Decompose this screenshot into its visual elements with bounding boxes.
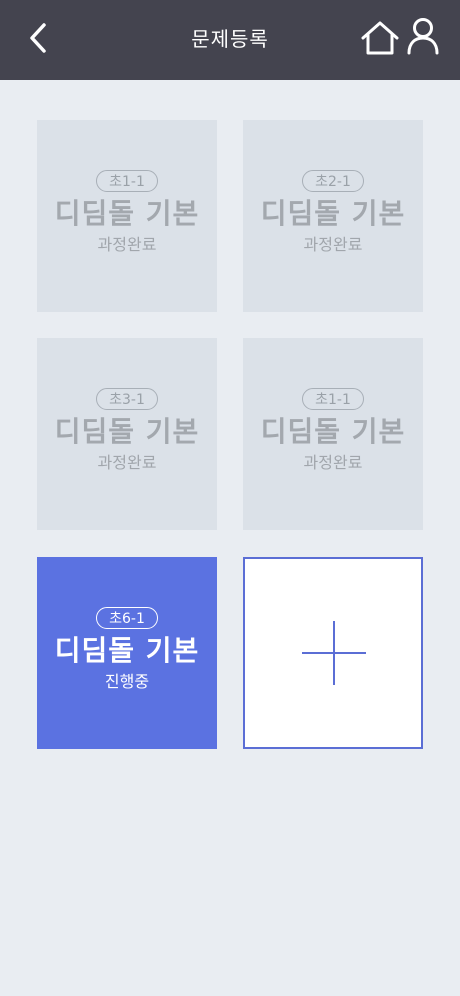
grade-badge: 초6-1 [96,607,158,629]
course-name: 디딤돌 기본 [54,197,200,230]
course-card-active[interactable]: 초6-1 디딤돌 기본 진행중 [37,557,217,749]
top-bar: 문제등록 [0,0,460,80]
course-status: 과정완료 [97,453,157,472]
course-card[interactable]: 초1-1 디딤돌 기본 과정완료 [37,120,217,312]
course-name: 디딤돌 기본 [54,415,200,448]
course-name: 디딤돌 기본 [260,415,406,448]
grade-badge: 초1-1 [96,170,158,192]
plus-icon-vertical [333,621,335,685]
course-card[interactable]: 초1-1 디딤돌 기본 과정완료 [243,338,423,530]
home-button[interactable] [358,16,402,60]
course-card-content: 초1-1 디딤돌 기본 과정완료 [243,388,423,474]
course-status: 과정완료 [303,235,363,254]
grade-badge: 초2-1 [302,170,364,192]
course-card[interactable]: 초2-1 디딤돌 기본 과정완료 [243,120,423,312]
user-button[interactable] [402,14,444,58]
course-name: 디딤돌 기본 [260,197,406,230]
course-card-content: 초3-1 디딤돌 기본 과정완료 [37,388,217,474]
course-card-content: 초1-1 디딤돌 기본 과정완료 [37,170,217,256]
user-icon [407,18,439,55]
course-card-content: 초6-1 디딤돌 기본 진행중 [37,607,217,693]
add-course-button[interactable] [243,557,423,749]
course-card[interactable]: 초3-1 디딤돌 기본 과정완료 [37,338,217,530]
course-status: 과정완료 [303,453,363,472]
course-name: 디딤돌 기본 [54,634,200,667]
home-icon [361,21,399,55]
grade-badge: 초3-1 [96,388,158,410]
course-card-content: 초2-1 디딤돌 기본 과정완료 [243,170,423,256]
course-status: 진행중 [104,672,150,691]
grade-badge: 초1-1 [302,388,364,410]
course-status: 과정완료 [97,235,157,254]
